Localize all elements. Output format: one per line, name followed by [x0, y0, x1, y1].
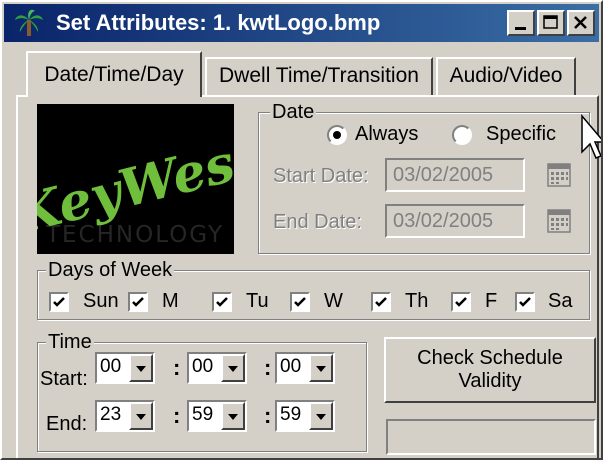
tab-dwell-time-transition[interactable]: Dwell Time/Transition [205, 57, 433, 95]
time-separator: : [264, 355, 272, 380]
saturday-label[interactable]: Sa [548, 290, 572, 313]
start-date-calendar-icon[interactable] [545, 161, 573, 189]
chevron-down-icon [316, 414, 326, 420]
start-date-label: Start Date: [273, 165, 369, 187]
window-title: Set Attributes: 1. kwtLogo.bmp [56, 10, 381, 35]
time-separator: : [173, 355, 181, 380]
checkmark-icon [375, 297, 387, 307]
days-of-week-legend: Days of Week [46, 259, 175, 282]
check-schedule-validity-button[interactable]: Check Schedule Validity [384, 337, 596, 403]
palm-tree-icon [15, 9, 43, 36]
specific-radio[interactable] [452, 125, 472, 145]
start-date-field[interactable]: 03/02/2005 [385, 158, 525, 192]
monday-label[interactable]: M [162, 290, 179, 313]
radio-selected-dot [333, 131, 341, 139]
chevron-down-icon [228, 366, 238, 372]
start-second-combo[interactable]: 00 [275, 352, 335, 384]
friday-label[interactable]: F [485, 290, 497, 313]
maximize-button[interactable] [537, 10, 565, 36]
chevron-down-icon [228, 414, 238, 420]
date-legend: Date [270, 101, 317, 124]
start-hour-value: 00 [100, 356, 122, 377]
start-time-label: Start: [40, 368, 88, 390]
sunday-checkbox[interactable] [49, 292, 69, 312]
check-button-line2: Validity [458, 370, 522, 392]
always-label[interactable]: Always [355, 123, 418, 146]
chevron-down-icon [316, 366, 326, 372]
start-minute-value: 00 [192, 356, 214, 377]
checkmark-icon [53, 297, 65, 307]
friday-checkbox[interactable] [451, 292, 471, 312]
close-button[interactable] [567, 10, 595, 36]
check-button-line1: Check Schedule [417, 347, 563, 369]
sunday-label[interactable]: Sun [83, 290, 119, 313]
chevron-down-icon [136, 414, 146, 420]
end-time-label: End: [46, 413, 88, 435]
end-hour-dropdown-button[interactable] [129, 402, 153, 430]
end-date-field[interactable]: 03/02/2005 [385, 204, 525, 238]
start-hour-combo[interactable]: 00 [95, 352, 155, 384]
start-second-dropdown-button[interactable] [309, 354, 333, 382]
monday-checkbox[interactable] [128, 292, 148, 312]
wednesday-label[interactable]: W [324, 290, 343, 313]
maximize-icon [543, 15, 558, 29]
end-hour-value: 23 [100, 404, 122, 425]
time-separator: : [173, 403, 181, 428]
chevron-down-icon [136, 366, 146, 372]
start-minute-dropdown-button[interactable] [221, 354, 245, 382]
time-legend: Time [46, 331, 94, 354]
keywest-logo: TECHNOLOGY KeyWest [37, 127, 234, 248]
end-date-calendar-icon[interactable] [545, 207, 573, 235]
checkmark-icon [519, 297, 531, 307]
end-hour-combo[interactable]: 23 [95, 400, 155, 432]
validity-status-box [386, 419, 596, 455]
thursday-checkbox[interactable] [371, 292, 391, 312]
end-second-dropdown-button[interactable] [309, 402, 333, 430]
end-minute-combo[interactable]: 59 [187, 400, 247, 432]
wednesday-checkbox[interactable] [290, 292, 310, 312]
minimize-icon [515, 27, 526, 30]
tab-date-time-day[interactable]: Date/Time/Day [26, 51, 202, 97]
specific-label[interactable]: Specific [486, 123, 556, 146]
logo-preview: TECHNOLOGY KeyWest [37, 104, 234, 254]
time-separator: : [264, 403, 272, 428]
end-second-value: 59 [280, 404, 302, 425]
minimize-button[interactable] [507, 10, 535, 36]
checkmark-icon [294, 297, 306, 307]
checkmark-icon [132, 297, 144, 307]
checkmark-icon [216, 297, 228, 307]
mouse-cursor-icon [581, 114, 601, 159]
checkmark-icon [455, 297, 467, 307]
tuesday-label[interactable]: Tu [246, 290, 269, 313]
end-minute-dropdown-button[interactable] [221, 402, 245, 430]
tab-audio-video[interactable]: Audio/Video [436, 57, 576, 95]
always-radio[interactable] [327, 125, 347, 145]
close-icon [574, 16, 587, 29]
set-attributes-window: Set Attributes: 1. kwtLogo.bmp Date/Time… [0, 0, 603, 460]
end-date-label: End Date: [273, 211, 362, 233]
thursday-label[interactable]: Th [405, 290, 428, 313]
saturday-checkbox[interactable] [515, 292, 535, 312]
title-bar[interactable]: Set Attributes: 1. kwtLogo.bmp [4, 4, 599, 42]
end-second-combo[interactable]: 59 [275, 400, 335, 432]
end-minute-value: 59 [192, 404, 214, 425]
start-second-value: 00 [280, 356, 302, 377]
start-hour-dropdown-button[interactable] [129, 354, 153, 382]
start-minute-combo[interactable]: 00 [187, 352, 247, 384]
tuesday-checkbox[interactable] [212, 292, 232, 312]
